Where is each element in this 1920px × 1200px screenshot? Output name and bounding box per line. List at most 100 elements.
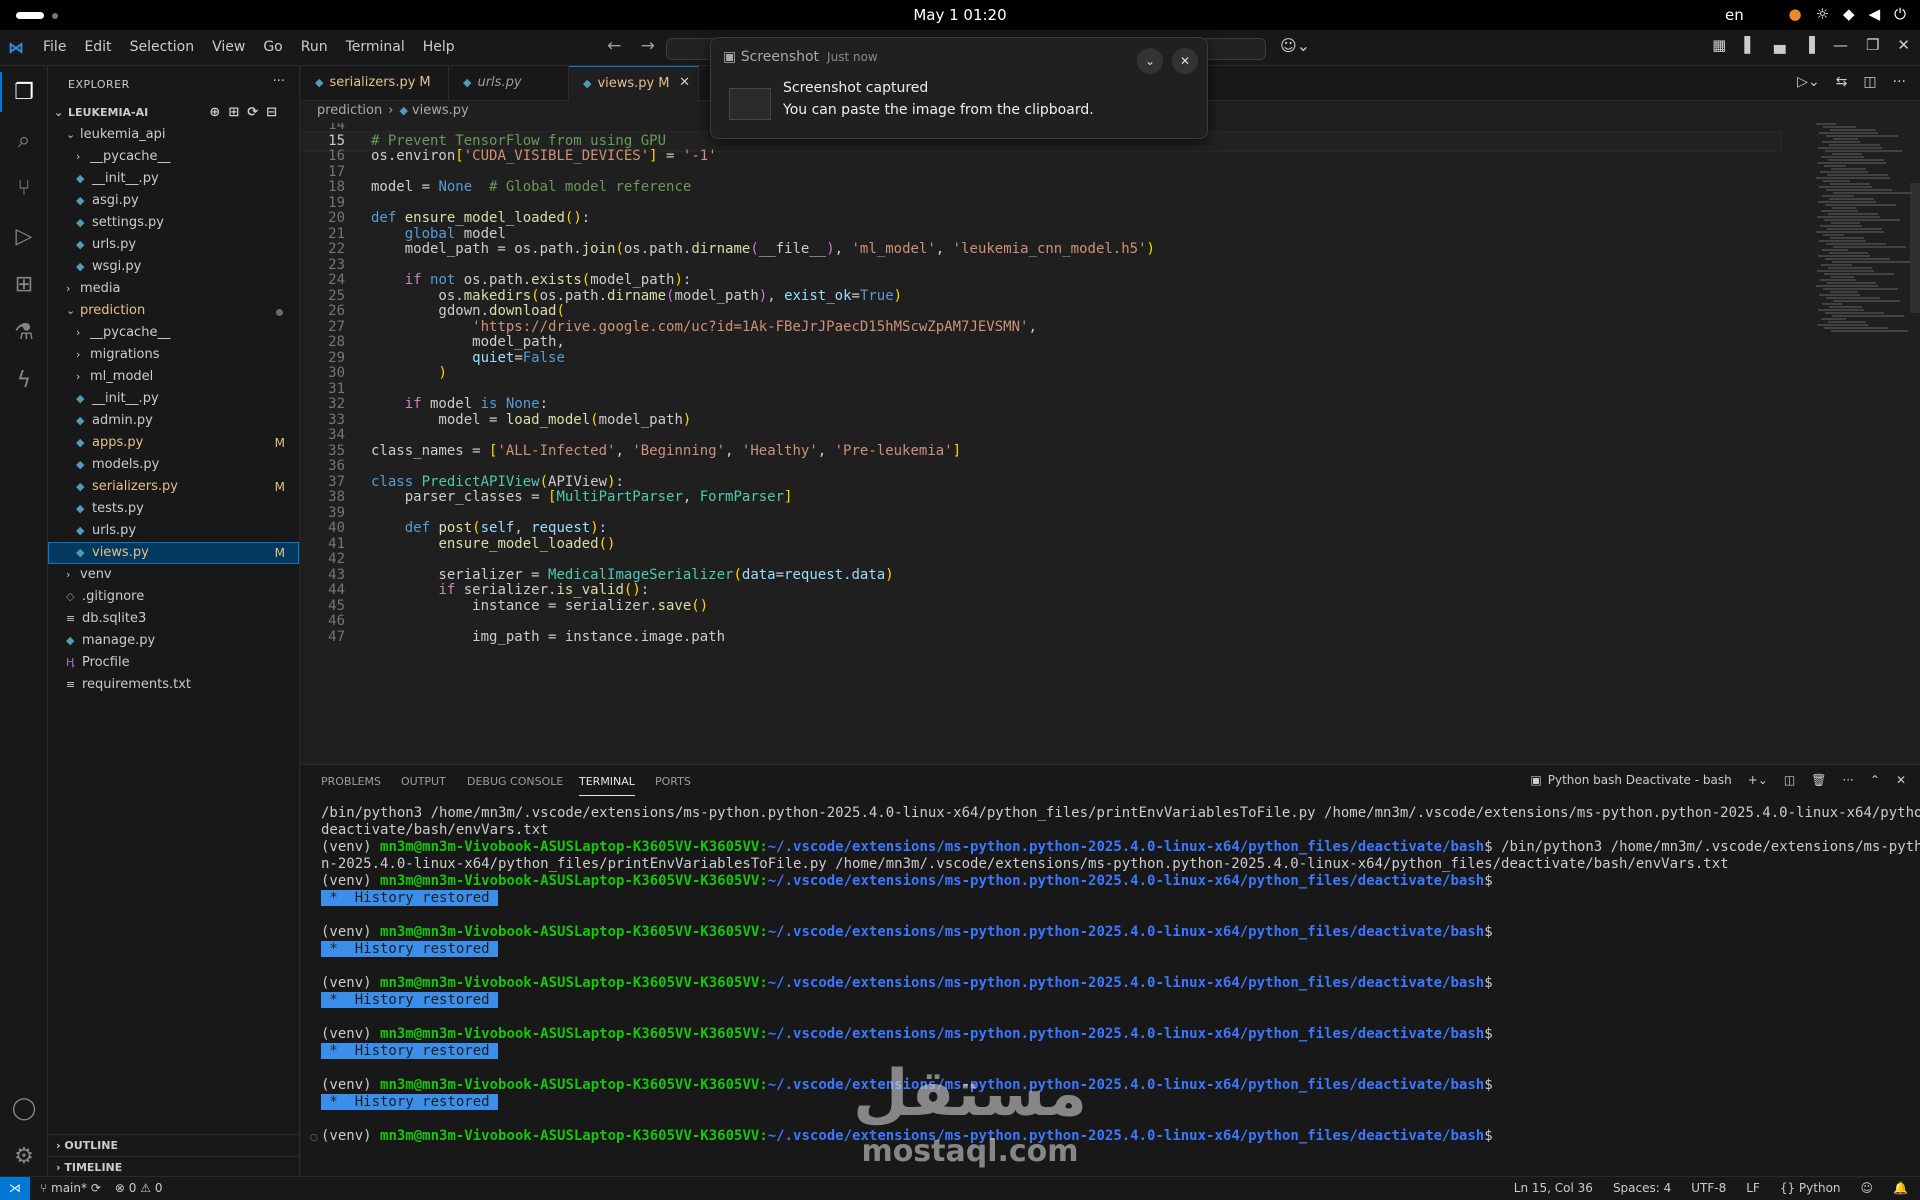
close-panel-icon[interactable]: ✕	[1896, 773, 1906, 787]
workspace-root[interactable]: ⌄ LEUKEMIA-AI ⊕⊞⟳⊟	[48, 102, 299, 124]
tree-item[interactable]: ◆ asgi.py	[48, 190, 299, 212]
tree-item[interactable]: ◆ views.py M	[48, 542, 299, 564]
explorer-icon[interactable]: ❐	[0, 72, 38, 112]
copilot-status-icon[interactable]: ☺	[1861, 1181, 1874, 1195]
screenshot-thumbnail[interactable]	[729, 88, 771, 120]
language-mode[interactable]: {} Python	[1780, 1181, 1841, 1195]
run-debug-icon[interactable]: ▷	[10, 222, 38, 250]
remote-icon[interactable]: ⋊	[0, 1177, 30, 1200]
close-window-icon[interactable]: ✕	[1897, 36, 1910, 54]
tree-item[interactable]: ◆ models.py	[48, 454, 299, 476]
run-python-icon[interactable]: ▷⌄	[1797, 74, 1820, 90]
editor-scrollbar[interactable]	[1910, 183, 1920, 313]
menu-terminal[interactable]: Terminal	[337, 39, 414, 55]
maximize-panel-icon[interactable]: ⌃	[1870, 773, 1880, 787]
branch-status[interactable]: ⑂ main* ⟳	[40, 1181, 101, 1195]
os-clock[interactable]: May 1 01:20	[0, 6, 1920, 24]
close-notification-icon[interactable]: ✕	[1172, 48, 1198, 74]
menu-selection[interactable]: Selection	[121, 39, 204, 55]
split-editor-icon[interactable]: ◫	[1863, 74, 1876, 90]
tree-item[interactable]: ◇ .gitignore	[48, 586, 299, 608]
forward-arrow-icon[interactable]: →	[641, 36, 655, 56]
tree-item[interactable]: › media	[48, 278, 299, 300]
tab-urls[interactable]: ◆ urls.py	[449, 66, 569, 101]
split-terminal-icon[interactable]: ◫	[1784, 773, 1795, 787]
terminal-name[interactable]: Python bash Deactivate - bash	[1548, 773, 1732, 787]
menu-file[interactable]: File	[34, 39, 75, 55]
menu-go[interactable]: Go	[254, 39, 291, 55]
tree-item[interactable]: ⌄ leukemia_api	[48, 124, 299, 146]
tree-item[interactable]: › ml_model	[48, 366, 299, 388]
tree-item[interactable]: ◆ serializers.py M	[48, 476, 299, 498]
breadcrumb-folder[interactable]: prediction	[317, 103, 382, 118]
tree-item[interactable]: ◆ __init__.py	[48, 388, 299, 410]
breadcrumb-file[interactable]: views.py	[412, 103, 469, 118]
code-editor[interactable]: 14 15 # Prevent TensorFlow from using GPU 1…	[301, 123, 1920, 763]
tab-serializers[interactable]: ◆ serializers.py M	[301, 66, 449, 101]
menu-edit[interactable]: Edit	[75, 39, 120, 55]
tree-item[interactable]: › __pycache__	[48, 322, 299, 344]
new-terminal-icon[interactable]: +⌄	[1748, 773, 1768, 787]
testing-flask-icon[interactable]: ⚗	[10, 318, 38, 346]
toggle-panel-icon[interactable]: ▄	[1774, 36, 1786, 54]
outline-section[interactable]: › OUTLINE	[48, 1134, 299, 1156]
source-control-icon[interactable]: ⑂	[10, 174, 38, 202]
tree-item[interactable]: ≡ requirements.txt	[48, 674, 299, 696]
tree-actions[interactable]: ⊕⊞⟳⊟	[209, 102, 285, 124]
tree-item[interactable]: ◆ urls.py	[48, 234, 299, 256]
minimap[interactable]	[1816, 123, 1912, 343]
input-language[interactable]: en	[1725, 6, 1744, 24]
more-actions-icon[interactable]: ···	[273, 74, 285, 89]
maximize-icon[interactable]: ❐	[1866, 36, 1879, 54]
copilot-icon[interactable]: ☺⌄	[1280, 36, 1310, 55]
panel-more-icon[interactable]: ···	[1842, 773, 1853, 787]
timeline-section[interactable]: › TIMELINE	[48, 1156, 299, 1178]
tree-item[interactable]: ⌄ prediction	[48, 300, 299, 322]
tree-item[interactable]: ◆ urls.py	[48, 520, 299, 542]
notifications-bell-icon[interactable]: 🔔	[1893, 1181, 1908, 1195]
customize-layout-icon[interactable]: ▦	[1712, 36, 1726, 54]
toggle-secondary-sidebar-icon[interactable]: ▐	[1803, 36, 1815, 54]
minimize-icon[interactable]: —	[1833, 36, 1848, 54]
tree-item[interactable]: › venv	[48, 564, 299, 586]
code-line[interactable]: 47 img_path = instance.image.path	[301, 628, 1781, 647]
terminal-output[interactable]: /bin/python3 /home/mn3m/.vscode/extensio…	[321, 805, 1920, 1145]
editor-more-icon[interactable]: ···	[1893, 74, 1906, 90]
tree-item[interactable]: ◆ __init__.py	[48, 168, 299, 190]
system-tray[interactable]: ● ☼ ◆ ◀ ⏻	[1788, 5, 1906, 23]
tree-item[interactable]: Ӊ Procfile	[48, 652, 299, 674]
search-icon[interactable]: ⌕	[10, 126, 38, 154]
menu-run[interactable]: Run	[292, 39, 337, 55]
tree-item[interactable]: ◆ tests.py	[48, 498, 299, 520]
cursor-position[interactable]: Ln 15, Col 36	[1514, 1181, 1593, 1195]
open-changes-icon[interactable]: ⇆	[1836, 74, 1848, 90]
back-arrow-icon[interactable]: ←	[607, 36, 621, 56]
menu-view[interactable]: View	[203, 39, 254, 55]
accounts-icon[interactable]: ◯	[10, 1094, 38, 1122]
tab-terminal[interactable]: TERMINAL	[579, 775, 635, 796]
tree-item[interactable]: ≡ db.sqlite3	[48, 608, 299, 630]
tree-item[interactable]: ◆ apps.py M	[48, 432, 299, 454]
tab-ports[interactable]: PORTS	[655, 775, 691, 788]
menu-help[interactable]: Help	[414, 39, 464, 55]
expand-notification-icon[interactable]: ⌄	[1137, 48, 1163, 74]
encoding[interactable]: UTF-8	[1691, 1181, 1726, 1195]
tree-item[interactable]: › __pycache__	[48, 146, 299, 168]
close-tab-icon[interactable]: ✕	[679, 75, 690, 90]
tree-item[interactable]: › migrations	[48, 344, 299, 366]
tab-views[interactable]: ◆ views.py M ✕	[569, 66, 699, 101]
extensions-icon[interactable]: ⊞	[10, 270, 38, 298]
tab-output[interactable]: OUTPUT	[401, 775, 446, 788]
tree-item[interactable]: ◆ manage.py	[48, 630, 299, 652]
problems-status[interactable]: ⊗ 0 ⚠ 0	[115, 1181, 163, 1195]
indentation[interactable]: Spaces: 4	[1613, 1181, 1671, 1195]
tree-item[interactable]: ◆ settings.py	[48, 212, 299, 234]
kill-terminal-icon[interactable]: 🗑	[1811, 773, 1826, 787]
toggle-sidebar-icon[interactable]: ▌	[1744, 36, 1756, 54]
tab-debug-console[interactable]: DEBUG CONSOLE	[467, 775, 563, 788]
tree-item[interactable]: ◆ wsgi.py	[48, 256, 299, 278]
thunder-client-icon[interactable]: ϟ	[10, 366, 38, 394]
settings-gear-icon[interactable]: ⚙	[10, 1142, 38, 1170]
tab-problems[interactable]: PROBLEMS	[321, 775, 381, 788]
tree-item[interactable]: ◆ admin.py	[48, 410, 299, 432]
